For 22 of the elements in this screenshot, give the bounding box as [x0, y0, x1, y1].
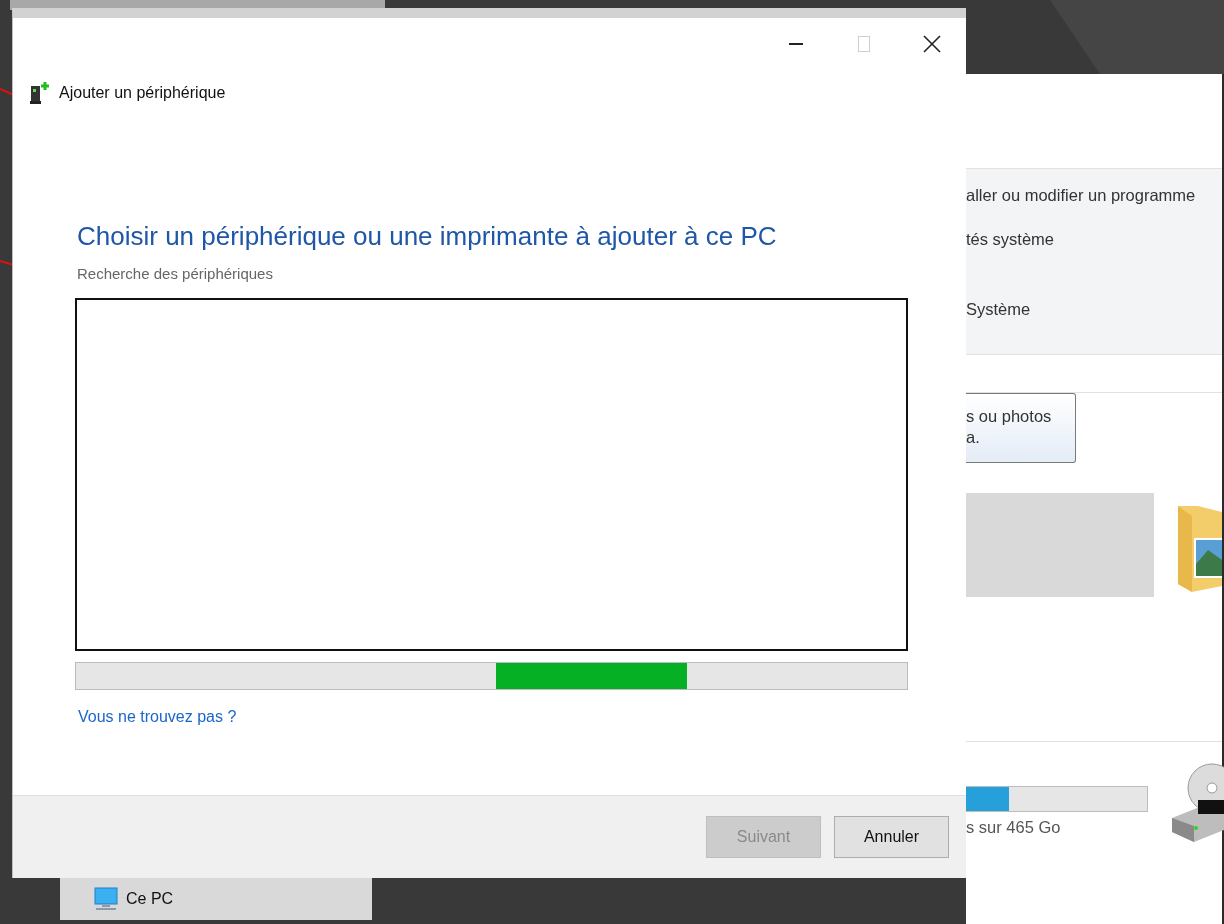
- annotation-line: [0, 260, 14, 266]
- annotation-line: [0, 88, 14, 96]
- nav-item[interactable]: Ce PC: [60, 878, 372, 920]
- cancel-button[interactable]: Annuler: [834, 816, 949, 858]
- dvd-drive-icon[interactable]: [1172, 762, 1224, 844]
- ribbon-item[interactable]: aller ou modifier un programme: [966, 185, 1222, 205]
- ribbon-item[interactable]: tés système: [966, 229, 1222, 249]
- computer-icon: [94, 887, 118, 911]
- maximize-icon: [856, 36, 872, 52]
- tooltip-text: s ou photos: [966, 406, 1053, 427]
- nav-item-label: Ce PC: [126, 890, 174, 908]
- storage-caption: s sur 465 Go: [966, 818, 1062, 837]
- tooltip-text: a.: [966, 427, 981, 448]
- dialog-title: Ajouter un périphérique: [59, 84, 226, 102]
- search-status: Recherche des périphériques: [77, 264, 274, 284]
- dialog-heading: Choisir un périphérique ou une imprimante à ajouter à ce PC: [77, 220, 778, 252]
- minimize-icon: [788, 43, 804, 45]
- help-link[interactable]: Vous ne trouvez pas ?: [78, 708, 237, 726]
- device-add-icon: [30, 82, 50, 104]
- picture-folder-icon[interactable]: [1178, 506, 1222, 592]
- close-icon: [923, 35, 941, 53]
- ribbon-group-label: Système: [966, 299, 1032, 319]
